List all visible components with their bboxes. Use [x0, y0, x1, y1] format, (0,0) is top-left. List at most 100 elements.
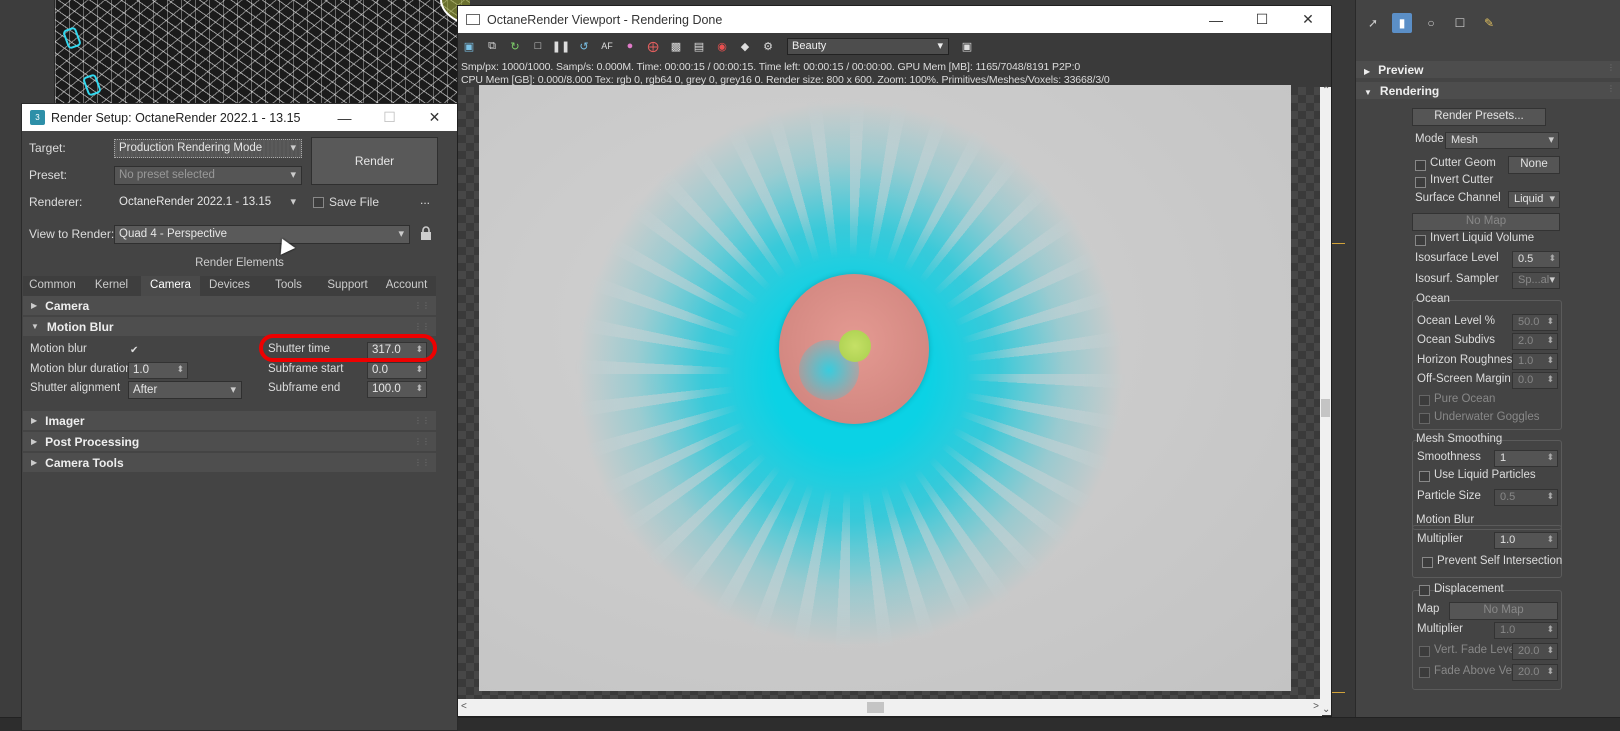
ocean-subdivs-spinner[interactable]: 2.0 [1512, 333, 1558, 350]
color-wheel-icon[interactable]: ● [622, 38, 638, 54]
smoothness-spinner[interactable]: 1 [1494, 450, 1558, 467]
display-icon[interactable]: ▩ [668, 38, 684, 54]
motion-blur-multiplier-spinner[interactable]: 1.0 [1494, 532, 1558, 549]
configure-icon[interactable]: ✎ [1479, 13, 1499, 33]
expand-arrow-icon: ▶ [31, 301, 38, 310]
render-pass-dropdown[interactable]: Beauty [787, 37, 949, 55]
displacement-checkbox[interactable] [1419, 585, 1430, 596]
scroll-up-icon[interactable]: ⌃ [1322, 85, 1330, 96]
fade-above-vel-spinner[interactable]: 20.0 [1512, 664, 1558, 681]
invert-liquid-volume-checkbox[interactable] [1415, 235, 1426, 246]
render-presets-button[interactable]: Render Presets... [1412, 108, 1546, 126]
target-dropdown[interactable]: Production Rendering Mode [114, 139, 302, 158]
horizontal-scroll-thumb[interactable] [867, 702, 884, 713]
more-options-button[interactable]: ... [420, 193, 430, 207]
record-icon[interactable]: ◉ [714, 38, 730, 54]
rollout-post-processing[interactable]: ▶ Post Processing ⋮⋮ [23, 432, 436, 451]
subframe-start-spinner[interactable]: 0.0 [367, 362, 427, 379]
offscreen-margin-spinner[interactable]: 0.0 [1512, 372, 1558, 389]
tab-account[interactable]: Account [377, 276, 436, 296]
af-icon[interactable]: AF [599, 38, 615, 54]
cutter-geom-checkbox[interactable] [1415, 160, 1426, 171]
rollout-imager[interactable]: ▶ Imager ⋮⋮ [23, 411, 436, 430]
view-to-render-label: View to Render: [29, 227, 115, 241]
surface-channel-dropdown[interactable]: Liquid [1508, 191, 1560, 208]
tab-devices[interactable]: Devices [200, 276, 259, 296]
render-elements-label[interactable]: Render Elements [22, 257, 457, 269]
save-file-checkbox[interactable] [313, 196, 324, 208]
motion-blur-duration-spinner[interactable]: 1.0 [128, 362, 188, 379]
pure-ocean-checkbox[interactable] [1419, 395, 1430, 406]
pin-icon[interactable]: ➚ [1363, 13, 1383, 33]
use-liquid-particles-checkbox[interactable] [1419, 471, 1430, 482]
film-icon[interactable]: ▤ [691, 38, 707, 54]
lock-icon[interactable] [420, 226, 432, 240]
show-end-result-icon[interactable]: ○ [1421, 13, 1441, 33]
minimize-icon[interactable]: — [322, 104, 367, 131]
isosurface-level-spinner[interactable]: 0.5 [1512, 251, 1560, 268]
lock-icon[interactable]: □ [530, 38, 546, 54]
underwater-goggles-checkbox[interactable] [1419, 413, 1430, 424]
displacement-multiplier-spinner[interactable]: 1.0 [1494, 622, 1558, 639]
minimize-icon[interactable]: — [1193, 6, 1239, 33]
settings-gear-icon[interactable]: ⚙ [760, 38, 776, 54]
viewport-title-bar[interactable]: OctaneRender Viewport - Rendering Done —… [458, 6, 1331, 33]
restart-icon[interactable]: ↺ [576, 38, 592, 54]
ocean-level-spinner[interactable]: 50.0 [1512, 314, 1558, 331]
renderer-dropdown[interactable]: OctaneRender 2022.1 - 13.15 [114, 193, 302, 212]
prevent-self-intersection-checkbox[interactable] [1422, 557, 1433, 568]
mode-dropdown[interactable]: Mesh [1445, 132, 1559, 149]
cutter-geom-button[interactable]: None [1508, 156, 1560, 174]
render-canvas[interactable] [458, 85, 1322, 699]
fit-view-icon[interactable]: ▣ [959, 38, 975, 54]
tab-support[interactable]: Support [318, 276, 377, 296]
close-icon[interactable]: ✕ [412, 104, 457, 131]
scroll-right-icon[interactable]: > [1313, 701, 1319, 712]
isosurf-sampler-dropdown[interactable]: Sp...al [1512, 272, 1560, 289]
core-yellow-sphere [839, 330, 871, 362]
particle-size-spinner[interactable]: 0.5 [1494, 489, 1558, 506]
rollout-rendering[interactable]: ▼ Rendering ⋮ [1356, 82, 1620, 99]
shutter-alignment-dropdown[interactable]: After [128, 381, 242, 399]
save-icon[interactable]: ▣ [461, 38, 477, 54]
copy-icon[interactable]: ⧉ [484, 38, 500, 54]
rollout-preview[interactable]: ▶ Preview ⋮ [1356, 61, 1620, 78]
region-icon[interactable]: ⨁ [645, 38, 661, 54]
isosurf-sampler-label: Isosurf. Sampler [1415, 273, 1499, 285]
dialog-title-bar[interactable]: 3 Render Setup: OctaneRender 2022.1 - 13… [22, 104, 457, 131]
vertical-scrollbar[interactable]: ⌃ ⌄ [1320, 85, 1331, 715]
pause-icon[interactable]: ❚❚ [552, 38, 570, 54]
subframe-end-label: Subframe end [268, 382, 341, 394]
render-button[interactable]: Render [311, 137, 438, 185]
delete-modifier-icon[interactable]: ☐ [1450, 13, 1470, 33]
tab-common[interactable]: Common [23, 276, 82, 296]
tab-camera[interactable]: Camera [141, 276, 200, 296]
subframe-end-spinner[interactable]: 100.0 [367, 381, 427, 398]
fade-above-vel-checkbox[interactable] [1419, 667, 1430, 678]
camera-icon[interactable]: ◆ [737, 38, 753, 54]
maximize-icon[interactable]: ☐ [1239, 6, 1285, 33]
modifier-stack-icon[interactable]: ▮ [1392, 13, 1412, 33]
preset-dropdown[interactable]: No preset selected [114, 166, 302, 185]
close-icon[interactable]: ✕ [1285, 6, 1331, 33]
horizon-roughness-spinner[interactable]: 1.0 [1512, 353, 1558, 370]
displacement-map-button[interactable]: No Map [1449, 602, 1558, 620]
scroll-left-icon[interactable]: < [461, 701, 467, 712]
refresh-icon[interactable]: ↻ [507, 38, 523, 54]
underwater-goggles-label: Underwater Goggles [1434, 411, 1540, 423]
rollout-camera-tools[interactable]: ▶ Camera Tools ⋮⋮ [23, 453, 436, 472]
tab-tools[interactable]: Tools [259, 276, 318, 296]
tab-kernel[interactable]: Kernel [82, 276, 141, 296]
vert-fade-level-spinner[interactable]: 20.0 [1512, 643, 1558, 660]
horizontal-scrollbar[interactable]: < > [458, 699, 1322, 716]
rollout-camera[interactable]: ▶ Camera ⋮⋮ [23, 296, 436, 315]
vertical-scroll-thumb[interactable] [1321, 399, 1330, 417]
surface-map-button[interactable]: No Map [1412, 213, 1560, 231]
scroll-down-icon[interactable]: ⌄ [1322, 704, 1330, 715]
vert-fade-level-checkbox[interactable] [1419, 646, 1430, 657]
ocean-level-label: Ocean Level % [1417, 315, 1495, 327]
preset-label: Preset: [29, 168, 68, 182]
invert-cutter-checkbox[interactable] [1415, 177, 1426, 188]
view-to-render-dropdown[interactable]: Quad 4 - Perspective [114, 225, 410, 244]
motion-blur-checkbox[interactable] [129, 345, 140, 356]
